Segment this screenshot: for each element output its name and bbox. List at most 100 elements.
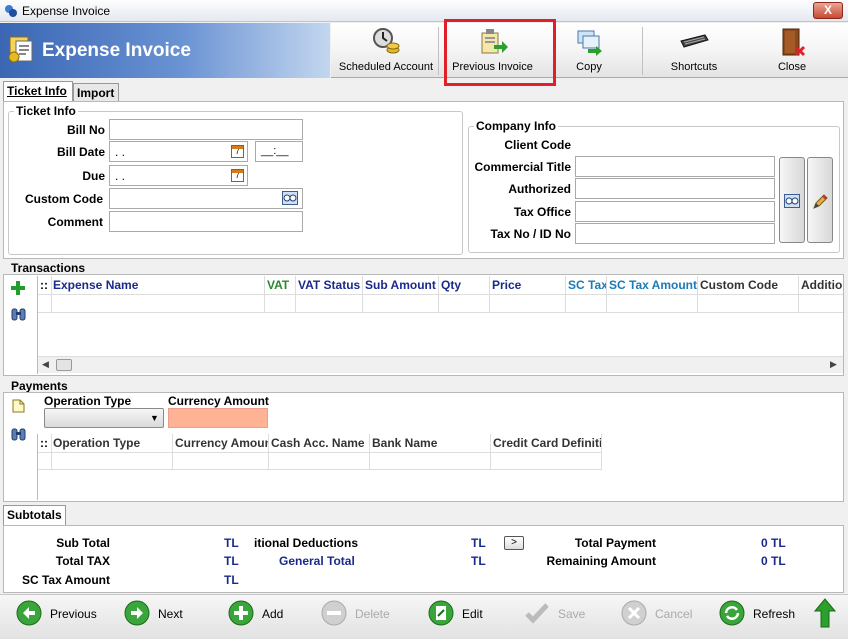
edit-button[interactable]: Edit [428, 600, 498, 628]
copy-label: Copy [576, 61, 602, 73]
col-cash-acc-name[interactable]: Cash Acc. Name [271, 436, 365, 450]
operation-type-label: Operation Type [44, 394, 132, 408]
remaining-amount-value: 0 TL [761, 554, 786, 568]
scheduled-account-label: Scheduled Account [338, 61, 434, 73]
due-date-input[interactable]: . . [109, 165, 248, 186]
minus-icon [321, 600, 347, 626]
company-info-title: Company Info [474, 119, 558, 133]
col-operation-type[interactable]: Operation Type [53, 436, 140, 450]
keyboard-icon [680, 34, 709, 48]
check-icon [525, 603, 549, 624]
next-button[interactable]: Next [124, 600, 194, 628]
company-lookup-button[interactable] [779, 157, 805, 243]
comment-input[interactable] [109, 211, 303, 232]
col-qty[interactable]: Qty [441, 278, 461, 292]
save-button[interactable]: Save [524, 600, 594, 628]
close-door-icon [782, 28, 806, 57]
ticket-info-title: Ticket Info [14, 104, 78, 118]
authorized-input[interactable] [575, 178, 775, 199]
calendar-icon[interactable]: 7 [231, 145, 244, 158]
scroll-right-icon[interactable]: ▶ [830, 359, 837, 370]
invoice-icon [8, 36, 33, 63]
col-vat[interactable]: VAT [267, 278, 289, 292]
operation-type-select[interactable]: ▼ [44, 408, 164, 428]
previous-button[interactable]: Previous [16, 600, 106, 628]
company-edit-button[interactable] [807, 157, 833, 243]
new-document-icon[interactable] [12, 399, 25, 413]
tax-office-input[interactable] [575, 201, 775, 222]
currency-amount-input[interactable] [168, 408, 268, 428]
sub-total-currency: TL [224, 536, 239, 550]
pencil-icon [813, 194, 828, 209]
currency-amount-label: Currency Amount [168, 394, 269, 408]
add-row-icon[interactable] [11, 281, 25, 295]
bill-date-input[interactable]: . . [109, 141, 248, 162]
scroll-thumb[interactable] [56, 359, 72, 371]
horizontal-scrollbar[interactable]: ◀ ▶ [38, 356, 843, 373]
binoculars-icon[interactable] [11, 428, 26, 441]
tab-import[interactable]: Import [73, 83, 119, 102]
tax-no-input[interactable] [575, 223, 775, 244]
scroll-top-arrow-icon[interactable] [814, 598, 836, 628]
delete-label: Delete [355, 607, 390, 621]
col-expense-name[interactable]: Expense Name [53, 278, 138, 292]
toolbar-separator [438, 27, 439, 75]
calendar-icon[interactable]: 7 [231, 169, 244, 182]
payments-grid[interactable]: :: Operation Type Currency Amoun Cash Ac… [37, 434, 843, 500]
add-button[interactable]: Add [228, 600, 298, 628]
bill-date-label: Bill Date [56, 145, 105, 159]
bill-time-input[interactable]: __:__ [255, 141, 303, 162]
col-additional[interactable]: Additio [801, 278, 842, 292]
col-sc-tax[interactable]: SC Tax [568, 278, 606, 292]
copy-button[interactable]: Copy [553, 23, 625, 78]
refresh-icon [719, 600, 745, 626]
col-credit-card[interactable]: Credit Card Definiti [493, 436, 601, 450]
sc-tax-amount-label: SC Tax Amount [21, 573, 110, 587]
form-header: Expense Invoice [0, 23, 330, 78]
binoculars-icon[interactable] [11, 308, 26, 321]
expand-deductions-button[interactable]: > [504, 536, 524, 550]
col-bank-name[interactable]: Bank Name [372, 436, 437, 450]
remaining-amount-label: Remaining Amount [546, 554, 656, 568]
cancel-icon [621, 600, 647, 626]
shortcuts-button[interactable]: Shortcuts [649, 23, 739, 78]
clock-coins-icon [373, 28, 400, 54]
close-label: Close [777, 61, 807, 73]
scheduled-account-button[interactable]: Scheduled Account [335, 23, 437, 78]
col-handle: :: [40, 436, 48, 450]
commercial-title-input[interactable] [575, 156, 775, 177]
custom-code-input[interactable] [109, 188, 303, 209]
highlight-box [444, 19, 556, 86]
app-icon [5, 5, 17, 17]
cancel-button[interactable]: Cancel [621, 600, 701, 628]
commercial-title-label: Commercial Title [474, 160, 571, 174]
page-title: Expense Invoice [42, 40, 191, 61]
edit-icon [428, 600, 454, 626]
col-price[interactable]: Price [492, 278, 521, 292]
close-button[interactable]: Close [761, 23, 823, 78]
col-vat-status[interactable]: VAT Status [298, 278, 360, 292]
refresh-button[interactable]: Refresh [719, 600, 799, 628]
additional-deductions-label: itional Deductions [254, 536, 359, 550]
col-sub-amount[interactable]: Sub Amount [365, 278, 436, 292]
comment-label: Comment [47, 215, 103, 229]
col-currency-amount[interactable]: Currency Amoun [175, 436, 269, 450]
authorized-label: Authorized [508, 182, 571, 196]
next-label: Next [158, 607, 183, 621]
col-sc-tax-amount[interactable]: SC Tax Amount [609, 278, 697, 292]
edit-label: Edit [462, 607, 483, 621]
transactions-title: Transactions [11, 261, 86, 275]
lookup-icon[interactable] [282, 191, 298, 205]
delete-button[interactable]: Delete [321, 600, 401, 628]
window-close-button[interactable]: X [813, 2, 843, 19]
transactions-grid[interactable]: :: Expense Name VAT VAT Status Sub Amoun… [37, 276, 843, 374]
tab-ticket-info[interactable]: Ticket Info [3, 81, 73, 102]
total-payment-label: Total Payment [574, 536, 656, 550]
plus-icon [228, 600, 254, 626]
cancel-label: Cancel [655, 607, 693, 621]
scroll-left-icon[interactable]: ◀ [42, 359, 49, 370]
col-custom-code[interactable]: Custom Code [700, 278, 778, 292]
tab-subtotals[interactable]: Subtotals [3, 505, 66, 526]
total-payment-value: 0 TL [761, 536, 786, 550]
bill-no-input[interactable] [109, 119, 303, 140]
